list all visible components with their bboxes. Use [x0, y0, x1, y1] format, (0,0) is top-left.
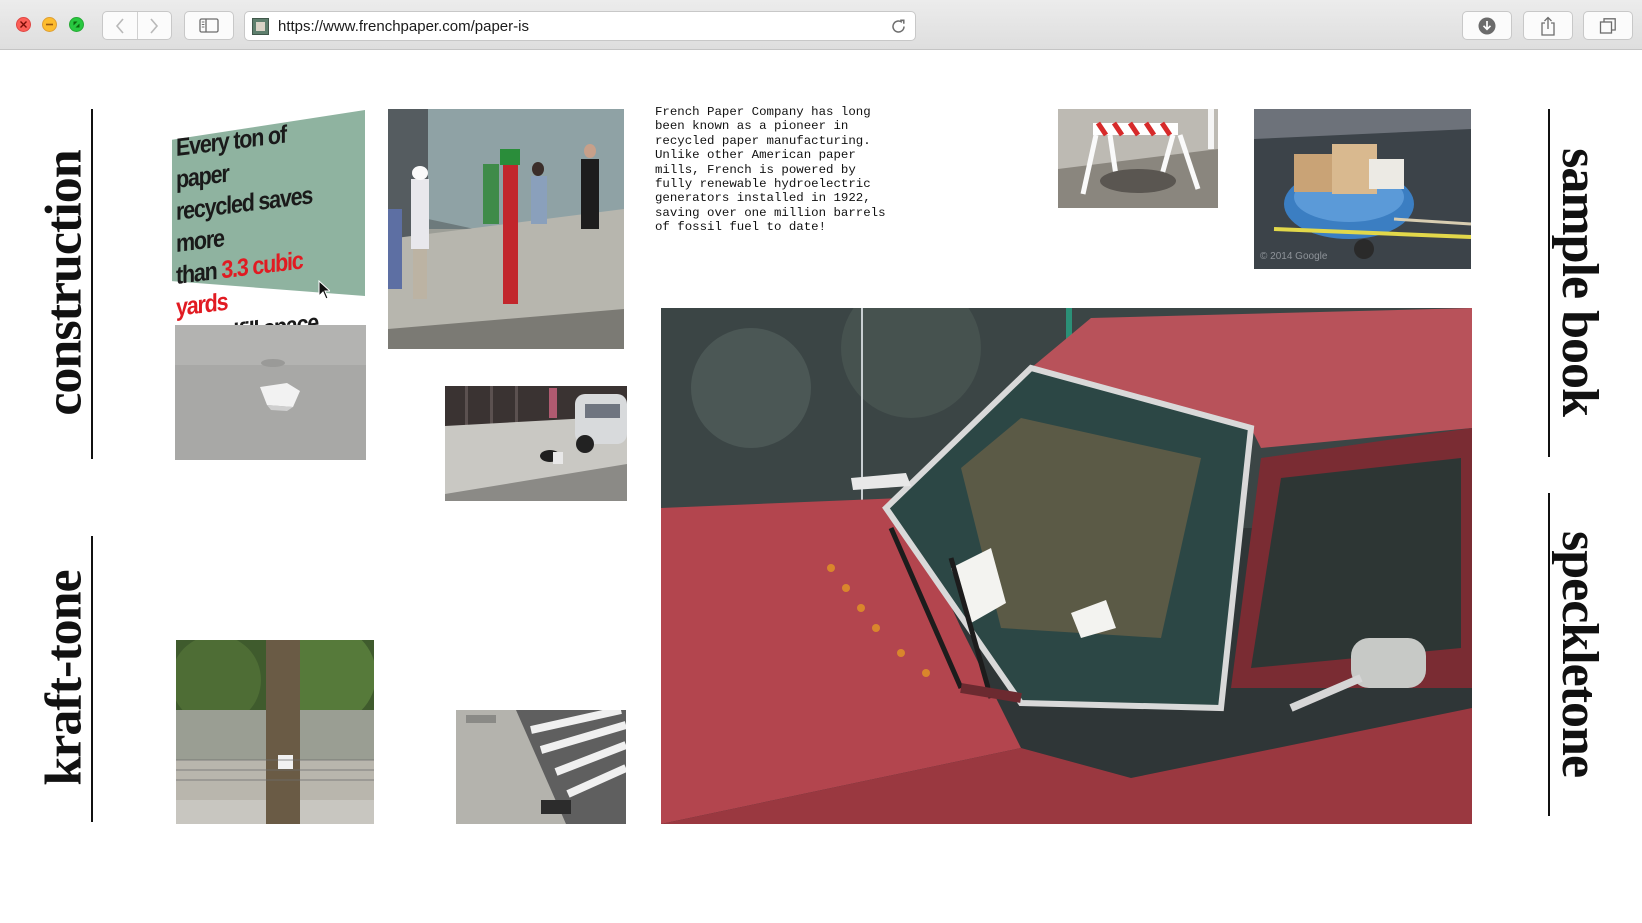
- sidebar-toggle-button[interactable]: [184, 11, 234, 40]
- nav-link-speckletone[interactable]: speckletone: [1550, 491, 1608, 816]
- mouse-cursor-icon: [318, 280, 330, 300]
- close-icon: [20, 21, 27, 28]
- photo-red-truck[interactable]: [661, 308, 1472, 824]
- share-icon: [1541, 16, 1555, 36]
- photo-street-barricade[interactable]: [1058, 109, 1218, 208]
- intro-paragraph: French Paper Company has long been known…: [655, 105, 886, 235]
- photo-wheelbarrow-boxes[interactable]: © 2014 Google: [1254, 109, 1471, 269]
- nav-link-kraft-tone[interactable]: kraft-tone: [36, 534, 94, 822]
- forward-button[interactable]: [136, 12, 171, 39]
- minimize-icon: [46, 23, 53, 26]
- photo-sidewalk-pedestrians[interactable]: [388, 109, 624, 349]
- photo-watermark: © 2014 Google: [1260, 251, 1328, 262]
- site-favicon: [252, 18, 269, 35]
- reload-icon[interactable]: [890, 18, 907, 35]
- nav-link-construction[interactable]: construction: [36, 107, 94, 459]
- photo-litter-asphalt[interactable]: [175, 325, 366, 460]
- minimize-window-button[interactable]: [42, 17, 57, 32]
- fullscreen-icon: [73, 21, 80, 28]
- fullscreen-window-button[interactable]: [69, 17, 84, 32]
- navigation-buttons: [102, 11, 172, 40]
- download-icon: [1478, 17, 1496, 34]
- label-rule: [1548, 493, 1550, 816]
- url-text: https://www.frenchpaper.com/paper-is: [278, 18, 529, 35]
- chevron-right-icon: [150, 17, 159, 34]
- photo-trash-bags-curb[interactable]: [445, 386, 627, 501]
- show-tabs-button[interactable]: [1583, 11, 1633, 40]
- downloads-button[interactable]: [1462, 11, 1512, 40]
- photo-crosswalk-drain[interactable]: [456, 710, 626, 824]
- share-button[interactable]: [1523, 11, 1573, 40]
- label-rule: [1548, 109, 1550, 457]
- sign-text: Every ton of paper recycled saves more t…: [176, 120, 318, 354]
- close-window-button[interactable]: [16, 17, 31, 32]
- tabs-icon: [1599, 17, 1616, 34]
- label-rule: [91, 109, 93, 459]
- sidebar-icon: [199, 18, 219, 33]
- chevron-left-icon: [115, 17, 124, 34]
- nav-link-sample-book[interactable]: sample book: [1550, 107, 1608, 457]
- label-rule: [91, 536, 93, 822]
- back-button[interactable]: [103, 12, 137, 39]
- address-bar[interactable]: https://www.frenchpaper.com/paper-is: [244, 11, 916, 41]
- browser-toolbar: https://www.frenchpaper.com/paper-is: [0, 0, 1642, 50]
- photo-tree-fence[interactable]: [176, 640, 374, 824]
